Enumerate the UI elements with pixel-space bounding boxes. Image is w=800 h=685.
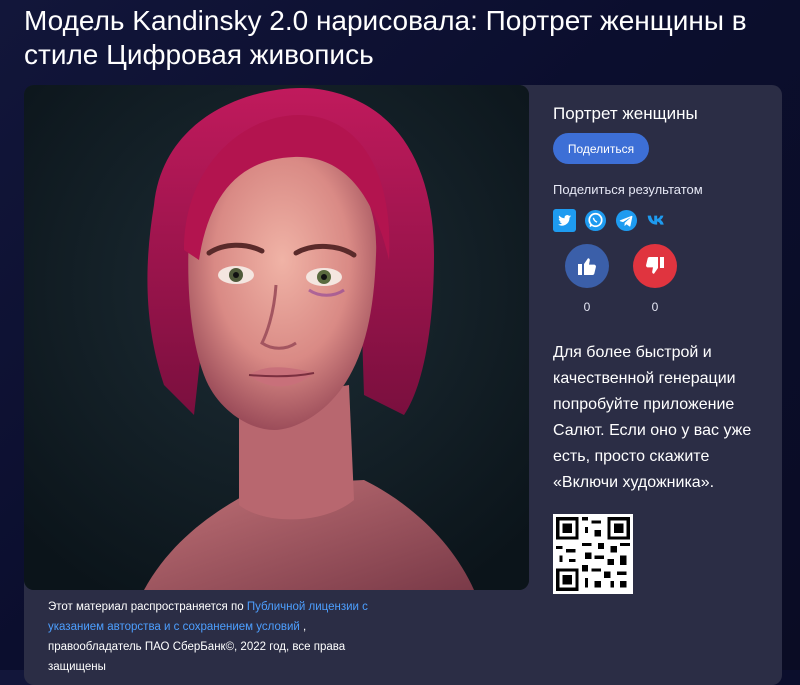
dislike-button[interactable] — [633, 244, 677, 288]
like-count: 0 — [583, 300, 591, 314]
share-button[interactable]: Поделиться — [553, 133, 649, 164]
share-result-label: Поделиться результатом — [553, 182, 703, 197]
vk-icon[interactable] — [646, 209, 669, 232]
social-share-list — [553, 209, 773, 232]
prompt-text: Портрет женщины — [553, 104, 698, 123]
thumbs-down-icon — [646, 257, 664, 274]
dislike-count: 0 — [651, 300, 659, 314]
result-panel: Портрет женщины Поделиться Поделиться ре… — [553, 100, 773, 594]
portrait-artwork — [24, 85, 529, 590]
like-vote: 0 — [565, 244, 609, 314]
like-button[interactable] — [565, 244, 609, 288]
promo-text: Для более быстрой и качественной генерац… — [553, 344, 752, 491]
qr-code — [553, 514, 633, 594]
telegram-icon[interactable] — [615, 209, 638, 232]
twitter-icon[interactable] — [553, 209, 576, 232]
license-text: Этот материал распространяется по Публич… — [48, 597, 388, 677]
vote-block: 0 0 — [553, 244, 773, 324]
license-prefix: Этот материал распространяется по — [48, 601, 247, 613]
whatsapp-icon[interactable] — [584, 209, 607, 232]
dislike-vote: 0 — [633, 244, 677, 314]
generated-image — [24, 85, 529, 590]
thumbs-up-icon — [578, 258, 596, 275]
page-title: Модель Kandinsky 2.0 нарисовала: Портрет… — [24, 5, 747, 70]
